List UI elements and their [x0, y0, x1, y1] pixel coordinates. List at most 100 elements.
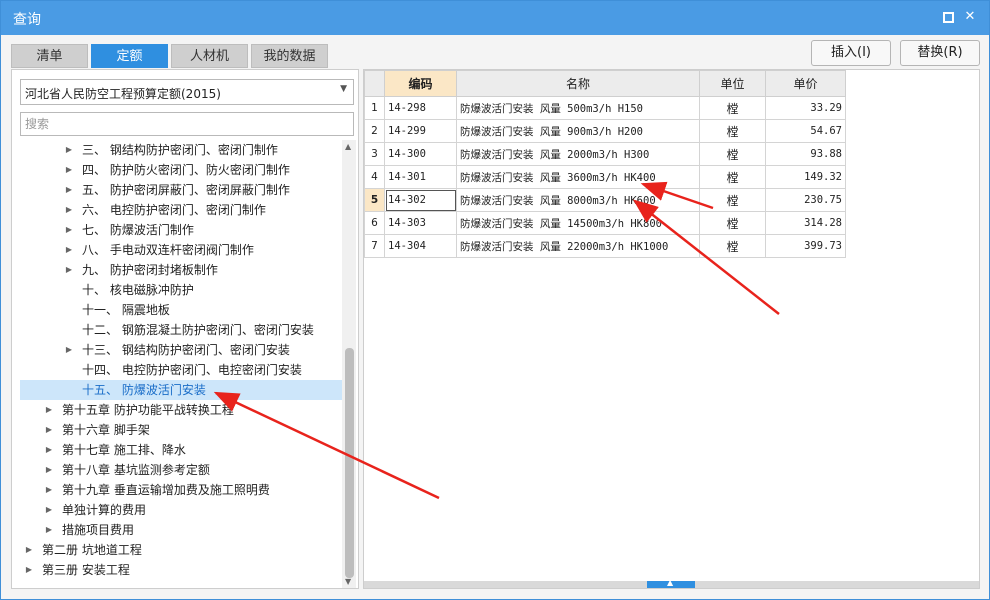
expand-arrow-icon[interactable]: ▶	[44, 400, 54, 420]
cell-unit[interactable]: 樘	[699, 165, 766, 189]
tree-node[interactable]: ▶ 五、 防护密闭屏蔽门、密闭屏蔽门制作	[20, 180, 342, 200]
cell-price[interactable]: 33.29	[765, 96, 846, 120]
cell-unit[interactable]: 樘	[699, 211, 766, 235]
cell-price[interactable]: 54.67	[765, 119, 846, 143]
expand-arrow-icon[interactable]: ▶	[64, 180, 74, 200]
tree-node[interactable]: 十一、 隔震地板	[20, 300, 342, 320]
row-number-header[interactable]	[364, 70, 385, 97]
cell-code[interactable]: 14-301	[384, 165, 457, 189]
expand-arrow-icon[interactable]: ▶	[64, 260, 74, 280]
table-row[interactable]: 1 14-298 防爆波活门安装 风量 500m3/h H150 樘 33.29	[364, 96, 846, 120]
cell-unit[interactable]: 樘	[699, 234, 766, 258]
column-header-code[interactable]: 编码	[384, 70, 457, 97]
scroll-up-icon[interactable]: ▲	[345, 142, 351, 151]
row-number[interactable]: 1	[364, 96, 385, 120]
expand-arrow-icon[interactable]: ▶	[44, 440, 54, 460]
expand-arrow-icon[interactable]: ▶	[24, 560, 34, 580]
tree-node[interactable]: ▶ 七、 防爆波活门制作	[20, 220, 342, 240]
tree-node[interactable]: 十、 核电磁脉冲防护	[20, 280, 342, 300]
chevron-down-icon[interactable]: ▼	[340, 84, 347, 94]
expand-arrow-icon[interactable]: ▶	[44, 420, 54, 440]
cell-name[interactable]: 防爆波活门安装 风量 2000m3/h H300	[456, 142, 700, 166]
expand-arrow-icon[interactable]: ▶	[64, 200, 74, 220]
tree-node[interactable]: ▶ 第十七章 施工排、降水	[20, 440, 342, 460]
tree-node[interactable]: ▶ 三、 钢结构防护密闭门、密闭门制作	[20, 140, 342, 160]
expand-arrow-icon[interactable]: ▶	[44, 520, 54, 540]
cell-price[interactable]: 314.28	[765, 211, 846, 235]
tab-quota[interactable]: 定额	[91, 44, 168, 68]
table-row[interactable]: 6 14-303 防爆波活门安装 风量 14500m3/h HK800 樘 31…	[364, 211, 846, 235]
expand-arrow-icon[interactable]: ▶	[64, 220, 74, 240]
tree-node[interactable]: ▶ 第十五章 防护功能平战转换工程	[20, 400, 342, 420]
cell-unit[interactable]: 樘	[699, 119, 766, 143]
quota-library-select[interactable]: 河北省人民防空工程预算定额(2015) ▼	[20, 79, 354, 105]
tree-node[interactable]: ▶ 八、 手电动双连杆密闭阀门制作	[20, 240, 342, 260]
scrollbar-thumb[interactable]	[345, 348, 354, 578]
cell-price[interactable]: 230.75	[765, 188, 846, 212]
cell-unit[interactable]: 樘	[699, 142, 766, 166]
cell-name[interactable]: 防爆波活门安装 风量 500m3/h H150	[456, 96, 700, 120]
column-header-price[interactable]: 单价	[765, 70, 846, 97]
cell-code[interactable]: 14-302	[384, 188, 457, 212]
cell-name[interactable]: 防爆波活门安装 风量 3600m3/h HK400	[456, 165, 700, 189]
table-row[interactable]: 4 14-301 防爆波活门安装 风量 3600m3/h HK400 樘 149…	[364, 165, 846, 189]
title-bar[interactable]: 查询 ✕	[1, 1, 989, 35]
tree-node-selected[interactable]: 十五、 防爆波活门安装	[20, 380, 342, 400]
row-number[interactable]: 4	[364, 165, 385, 189]
maximize-icon[interactable]	[941, 10, 955, 24]
tree-node[interactable]: ▶ 单独计算的费用	[20, 500, 342, 520]
cell-code[interactable]: 14-300	[384, 142, 457, 166]
splitter-grip[interactable]: ▲	[647, 578, 695, 588]
tab-my-data[interactable]: 我的数据	[251, 44, 328, 68]
table-row-current[interactable]: 5 14-302 防爆波活门安装 风量 8000m3/h HK600 樘 230…	[364, 188, 846, 212]
cell-price[interactable]: 93.88	[765, 142, 846, 166]
expand-arrow-icon[interactable]: ▶	[44, 460, 54, 480]
tree-node[interactable]: ▶ 第十八章 基坑监测参考定额	[20, 460, 342, 480]
table-row[interactable]: 2 14-299 防爆波活门安装 风量 900m3/h H200 樘 54.67	[364, 119, 846, 143]
tree-node[interactable]: ▶ 十三、 钢结构防护密闭门、密闭门安装	[20, 340, 342, 360]
row-number[interactable]: 5	[364, 188, 385, 212]
table-row[interactable]: 3 14-300 防爆波活门安装 风量 2000m3/h H300 樘 93.8…	[364, 142, 846, 166]
close-icon[interactable]: ✕	[963, 10, 977, 24]
tab-labor-material-machine[interactable]: 人材机	[171, 44, 248, 68]
expand-arrow-icon[interactable]: ▶	[24, 540, 34, 560]
tree-scrollbar[interactable]: ▲ ▼	[342, 140, 356, 588]
cell-unit[interactable]: 樘	[699, 96, 766, 120]
cell-code[interactable]: 14-304	[384, 234, 457, 258]
tree-node[interactable]: ▶ 措施项目费用	[20, 520, 342, 540]
tree-node[interactable]: ▶ 第三册 安装工程	[20, 560, 342, 580]
replace-button[interactable]: 替换(R)	[900, 40, 980, 66]
row-number[interactable]: 3	[364, 142, 385, 166]
column-header-name[interactable]: 名称	[456, 70, 700, 97]
tree-node[interactable]: ▶ 第二册 坑地道工程	[20, 540, 342, 560]
cell-code[interactable]: 14-299	[384, 119, 457, 143]
search-input[interactable]	[20, 112, 354, 136]
expand-arrow-icon[interactable]: ▶	[64, 140, 74, 160]
tab-bill[interactable]: 清单	[11, 44, 88, 68]
column-header-unit[interactable]: 单位	[699, 70, 766, 97]
tree-node[interactable]: ▶ 六、 电控防护密闭门、密闭门制作	[20, 200, 342, 220]
tree-node[interactable]: ▶ 九、 防护密闭封堵板制作	[20, 260, 342, 280]
tree-node[interactable]: ▶ 四、 防护防火密闭门、防火密闭门制作	[20, 160, 342, 180]
table-row[interactable]: 7 14-304 防爆波活门安装 风量 22000m3/h HK1000 樘 3…	[364, 234, 846, 258]
tree-node[interactable]: ▶ 第十九章 垂直运输增加费及施工照明费	[20, 480, 342, 500]
cell-unit[interactable]: 樘	[699, 188, 766, 212]
chevron-up-icon[interactable]: ▲	[667, 578, 673, 587]
expand-arrow-icon[interactable]: ▶	[44, 480, 54, 500]
expand-arrow-icon[interactable]: ▶	[64, 340, 74, 360]
cell-name[interactable]: 防爆波活门安装 风量 8000m3/h HK600	[456, 188, 700, 212]
expand-arrow-icon[interactable]: ▶	[44, 500, 54, 520]
cell-name[interactable]: 防爆波活门安装 风量 900m3/h H200	[456, 119, 700, 143]
tree-node[interactable]: 十二、 钢筋混凝土防护密闭门、密闭门安装	[20, 320, 342, 340]
cell-code[interactable]: 14-298	[384, 96, 457, 120]
tree-node[interactable]: ▶ 第十六章 脚手架	[20, 420, 342, 440]
row-number[interactable]: 2	[364, 119, 385, 143]
panel-splitter[interactable]: ▲	[364, 578, 979, 588]
cell-price[interactable]: 149.32	[765, 165, 846, 189]
row-number[interactable]: 7	[364, 234, 385, 258]
tree-node[interactable]: 十四、 电控防护密闭门、电控密闭门安装	[20, 360, 342, 380]
cell-name[interactable]: 防爆波活门安装 风量 22000m3/h HK1000	[456, 234, 700, 258]
scroll-down-icon[interactable]: ▼	[345, 577, 351, 586]
insert-button[interactable]: 插入(I)	[811, 40, 891, 66]
expand-arrow-icon[interactable]: ▶	[64, 240, 74, 260]
